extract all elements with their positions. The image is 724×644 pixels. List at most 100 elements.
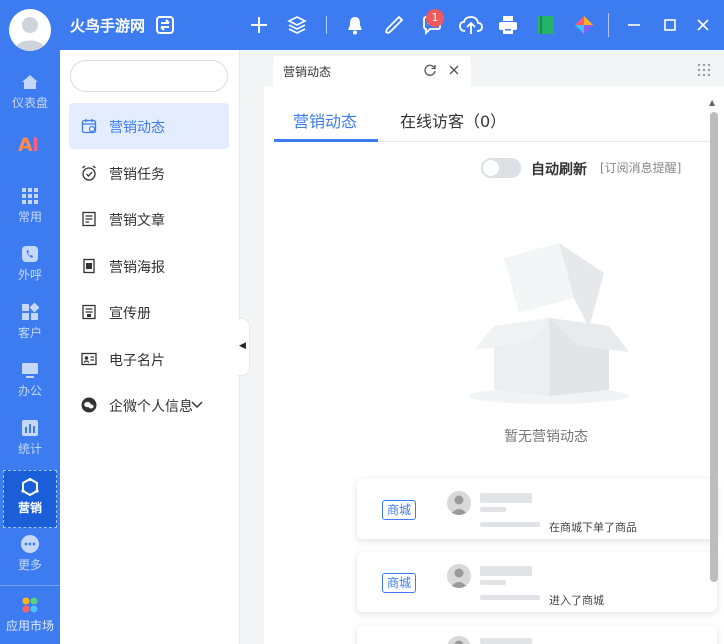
sidebar-item-brochure[interactable]: 宣传册 xyxy=(69,289,229,335)
sidebar-item-label: 宣传册 xyxy=(109,306,151,322)
refresh-icon[interactable] xyxy=(423,63,437,77)
book-icon[interactable] xyxy=(535,14,557,36)
more-icon xyxy=(21,535,39,553)
tab-grid-icon[interactable] xyxy=(697,63,711,77)
rail-item-label: 更多 xyxy=(17,558,42,572)
sidebar-search-input[interactable] xyxy=(70,60,228,92)
name-placeholder xyxy=(480,638,532,644)
visitor-avatar xyxy=(447,564,471,588)
rail-item-dashboard[interactable]: 仪表盘 xyxy=(0,66,60,124)
rail-item-marketing[interactable]: 营销 xyxy=(3,470,57,528)
bell-icon[interactable] xyxy=(344,14,366,36)
app-title: 火鸟手游网 xyxy=(70,17,146,35)
chart-icon xyxy=(22,420,38,436)
time-placeholder xyxy=(480,522,540,527)
scroll-up-arrow-icon[interactable]: ▲ xyxy=(709,98,715,107)
rail-item-label: 仪表盘 xyxy=(11,96,48,110)
rail-item-common[interactable]: 常用 xyxy=(0,180,60,238)
tab-online-visitors[interactable]: 在线访客（0） xyxy=(400,108,506,132)
notification-badge: 1 xyxy=(426,9,444,27)
article-icon xyxy=(82,211,96,227)
detail-placeholder xyxy=(480,507,506,512)
sidebar-item-marketing-tasks[interactable]: 营销任务 xyxy=(69,150,229,196)
source-tag: 商城 xyxy=(382,573,417,593)
rail-item-label: 常用 xyxy=(17,210,42,224)
business-card-icon xyxy=(81,352,97,366)
plus-icon[interactable] xyxy=(248,14,270,36)
layers-icon[interactable] xyxy=(286,14,308,36)
tab-close-icon[interactable] xyxy=(447,63,461,77)
chevron-down-icon xyxy=(191,401,203,409)
toolbar-divider xyxy=(608,13,609,37)
empty-state-text: 暂无营销动态 xyxy=(504,429,588,445)
activity-card[interactable]: 商城 在商城下单了商品 xyxy=(357,479,717,539)
sidebar-item-label: 营销文章 xyxy=(109,213,165,229)
source-tag: 商城 xyxy=(382,500,417,520)
visitor-avatar xyxy=(447,491,471,515)
collapse-arrow-icon: ◀ xyxy=(239,341,246,351)
marketing-sidebar: 营销动态 营销任务 营销文章 营销海报 宣传册 电子名片 企微个人信息 xyxy=(60,50,240,644)
sidebar-item-business-card[interactable]: 电子名片 xyxy=(69,336,229,382)
marketing-icon xyxy=(21,477,39,497)
rail-divider xyxy=(0,585,60,586)
cloud-upload-icon[interactable] xyxy=(458,14,484,36)
sidebar-item-label: 企微个人信息 xyxy=(109,399,193,415)
swap-icon[interactable] xyxy=(154,14,176,36)
sidebar-item-wecom-profile[interactable]: 企微个人信息 xyxy=(69,382,229,428)
visitor-avatar xyxy=(447,636,471,644)
phone-icon[interactable] xyxy=(383,14,405,36)
top-bar: 火鸟手游网 1 xyxy=(60,0,724,50)
close-icon[interactable] xyxy=(692,14,714,36)
sidebar-item-marketing-dynamics[interactable]: 营销动态 xyxy=(69,103,229,149)
rail-item-label: 客户 xyxy=(17,326,42,340)
customer-icon xyxy=(22,302,40,320)
activity-text: 在商城下单了商品 xyxy=(549,521,637,534)
brochure-icon xyxy=(82,304,96,320)
auto-refresh-toggle[interactable] xyxy=(481,158,521,178)
time-placeholder xyxy=(480,595,540,600)
monitor-icon xyxy=(22,363,38,378)
content-tabs: 营销动态 在线访客（0） xyxy=(274,86,718,142)
rail-item-office[interactable]: 办公 xyxy=(0,354,60,412)
rail-item-customer[interactable]: 客户 xyxy=(0,296,60,354)
tab-marketing-dynamics-content[interactable]: 营销动态 xyxy=(293,108,357,132)
sidebar-item-label: 营销任务 xyxy=(109,167,165,183)
rail-item-ai[interactable]: A I xyxy=(0,126,60,184)
svg-text:A: A xyxy=(18,134,33,156)
main-panel: 营销动态 在线访客（0） 自动刷新 [订阅消息提醒] 暂无营销动态 商城 在商城… xyxy=(264,86,724,644)
rail-item-label: 办公 xyxy=(17,384,42,398)
activity-text: 进入了商城 xyxy=(549,594,604,607)
tab-marketing-dynamics[interactable]: 营销动态 xyxy=(273,56,471,86)
detail-placeholder xyxy=(480,580,506,585)
activity-card[interactable]: 商城 进入了商城 xyxy=(357,552,717,612)
sidebar-collapse-handle[interactable]: ◀ xyxy=(238,318,250,376)
rail-item-outbound-call[interactable]: 外呼 xyxy=(0,238,60,296)
subscribe-link[interactable]: [订阅消息提醒] xyxy=(600,159,681,176)
rail-item-more[interactable]: 更多 xyxy=(0,528,60,586)
activity-card[interactable] xyxy=(357,626,717,644)
minimize-icon[interactable] xyxy=(623,14,645,36)
user-avatar[interactable] xyxy=(9,9,51,51)
tab-strip: 营销动态 xyxy=(264,50,724,86)
maximize-icon[interactable] xyxy=(659,14,681,36)
vertical-scrollbar[interactable] xyxy=(710,112,718,582)
name-placeholder xyxy=(480,566,532,576)
printer-icon[interactable] xyxy=(497,14,519,36)
app-logo-icon[interactable] xyxy=(573,14,595,36)
name-placeholder xyxy=(480,493,532,503)
empty-box-illustration xyxy=(469,243,629,404)
rail-item-statistics[interactable]: 统计 xyxy=(0,412,60,470)
rail-item-label: 统计 xyxy=(17,442,42,456)
tab-label: 营销动态 xyxy=(283,65,332,79)
active-tab-indicator xyxy=(274,139,378,142)
wechat-work-icon xyxy=(81,397,97,413)
sidebar-item-marketing-articles[interactable]: 营销文章 xyxy=(69,196,229,242)
rail-item-label: 营销 xyxy=(17,501,42,515)
toolbar-divider xyxy=(326,16,327,34)
rail-item-app-market[interactable]: 应用市场 xyxy=(0,589,60,644)
apps-grid-icon xyxy=(22,188,38,204)
left-rail: 仪表盘 A I 常用 外呼 客户 办公 统计 营销 更多 应用市场 xyxy=(0,0,60,644)
calendar-icon xyxy=(81,119,97,134)
poster-icon xyxy=(83,258,95,274)
sidebar-item-marketing-posters[interactable]: 营销海报 xyxy=(69,243,229,289)
